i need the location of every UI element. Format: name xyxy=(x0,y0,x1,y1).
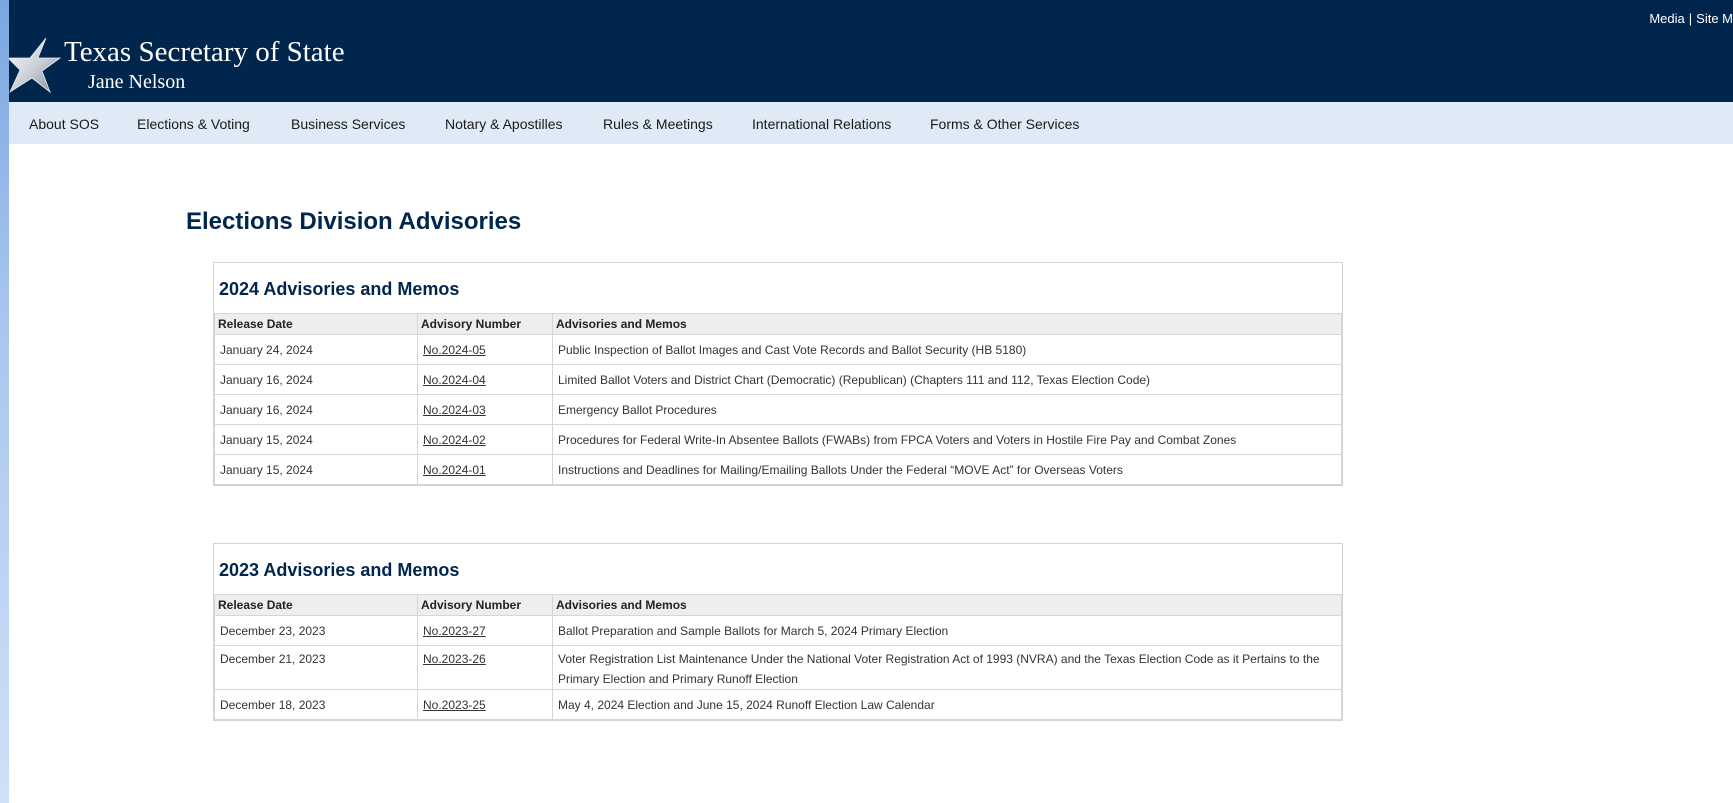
advisory-number-cell: No.2023-25 xyxy=(417,689,553,720)
release-date: December 18, 2023 xyxy=(214,689,418,720)
advisories-2023-section: 2023 Advisories and Memos Release Date A… xyxy=(213,543,1343,721)
column-header: Release Date xyxy=(214,594,418,616)
release-date: December 21, 2023 xyxy=(214,645,418,690)
advisory-link[interactable]: No.2024-05 xyxy=(423,343,486,357)
advisory-number-cell: No.2024-04 xyxy=(417,364,553,395)
advisory-link[interactable]: No.2024-01 xyxy=(423,463,486,477)
table-header-row: Release Date Advisory Number Advisories … xyxy=(214,313,1342,335)
nav-rules-meetings[interactable]: Rules & Meetings xyxy=(603,116,713,132)
advisories-2024-section: 2024 Advisories and Memos Release Date A… xyxy=(213,262,1343,486)
table-row: January 15, 2024 No.2024-02 Procedures f… xyxy=(214,424,1342,455)
nav-international-relations[interactable]: International Relations xyxy=(752,116,891,132)
advisory-number-cell: No.2024-05 xyxy=(417,334,553,365)
advisory-link[interactable]: No.2023-27 xyxy=(423,624,486,638)
link-separator: | xyxy=(1688,11,1693,26)
table-row: December 18, 2023 No.2023-25 May 4, 2024… xyxy=(214,689,1342,720)
advisories-table: Release Date Advisory Number Advisories … xyxy=(214,594,1342,720)
release-date: January 15, 2024 xyxy=(214,454,418,485)
advisory-description: Instructions and Deadlines for Mailing/E… xyxy=(552,454,1342,485)
column-header: Advisories and Memos xyxy=(552,313,1342,335)
window-edge xyxy=(0,0,9,803)
site-title[interactable]: Texas Secretary of State xyxy=(64,36,345,68)
nav-elections-voting[interactable]: Elections & Voting xyxy=(137,116,250,132)
advisory-description: Ballot Preparation and Sample Ballots fo… xyxy=(552,615,1342,646)
nav-about-sos[interactable]: About SOS xyxy=(29,116,99,132)
advisory-link[interactable]: No.2023-25 xyxy=(423,698,486,712)
release-date: January 15, 2024 xyxy=(214,424,418,455)
advisory-link[interactable]: No.2023-26 xyxy=(423,652,486,666)
section-title: 2023 Advisories and Memos xyxy=(219,560,460,580)
browser-page: Media | Site M Texas Secretary of State … xyxy=(0,0,1733,803)
table-row: January 16, 2024 No.2024-04 Limited Ball… xyxy=(214,364,1342,395)
advisory-description: Voter Registration List Maintenance Unde… xyxy=(552,645,1342,690)
site-subtitle: Jane Nelson xyxy=(88,71,186,93)
advisory-description: May 4, 2024 Election and June 15, 2024 R… xyxy=(552,689,1342,720)
release-date: January 24, 2024 xyxy=(214,334,418,365)
advisory-number-cell: No.2024-02 xyxy=(417,424,553,455)
advisory-number-cell: No.2023-26 xyxy=(417,645,553,690)
column-header: Advisory Number xyxy=(417,313,553,335)
main-nav: About SOS Elections & Voting Business Se… xyxy=(0,102,1733,144)
table-row: January 15, 2024 No.2024-01 Instructions… xyxy=(214,454,1342,485)
release-date: January 16, 2024 xyxy=(214,394,418,425)
table-row: December 21, 2023 No.2023-26 Voter Regis… xyxy=(214,645,1342,690)
advisory-number-cell: No.2023-27 xyxy=(417,615,553,646)
site-header: Media | Site M Texas Secretary of State … xyxy=(0,0,1733,102)
advisory-number-cell: No.2024-03 xyxy=(417,394,553,425)
column-header: Advisory Number xyxy=(417,594,553,616)
star-logo-icon[interactable] xyxy=(6,36,62,94)
advisory-description: Emergency Ballot Procedures xyxy=(552,394,1342,425)
advisories-table: Release Date Advisory Number Advisories … xyxy=(214,313,1342,485)
main-content: Elections Division Advisories 2024 Advis… xyxy=(0,144,1733,803)
column-header: Advisories and Memos xyxy=(552,594,1342,616)
advisory-number-cell: No.2024-01 xyxy=(417,454,553,485)
table-row: December 23, 2023 No.2023-27 Ballot Prep… xyxy=(214,615,1342,646)
table-header-row: Release Date Advisory Number Advisories … xyxy=(214,594,1342,616)
advisory-link[interactable]: No.2024-04 xyxy=(423,373,486,387)
nav-forms-other-services[interactable]: Forms & Other Services xyxy=(930,116,1079,132)
release-date: January 16, 2024 xyxy=(214,364,418,395)
media-link[interactable]: Media xyxy=(1649,11,1684,26)
release-date: December 23, 2023 xyxy=(214,615,418,646)
advisory-description: Procedures for Federal Write-In Absentee… xyxy=(552,424,1342,455)
table-row: January 16, 2024 No.2024-03 Emergency Ba… xyxy=(214,394,1342,425)
section-title: 2024 Advisories and Memos xyxy=(219,279,460,299)
advisory-link[interactable]: No.2024-02 xyxy=(423,433,486,447)
advisory-description: Limited Ballot Voters and District Chart… xyxy=(552,364,1342,395)
table-row: January 24, 2024 No.2024-05 Public Inspe… xyxy=(214,334,1342,365)
column-header: Release Date xyxy=(214,313,418,335)
advisory-description: Public Inspection of Ballot Images and C… xyxy=(552,334,1342,365)
page-title: Elections Division Advisories xyxy=(186,208,522,235)
nav-business-services[interactable]: Business Services xyxy=(291,116,405,132)
advisory-link[interactable]: No.2024-03 xyxy=(423,403,486,417)
utility-links: Media | Site M xyxy=(1649,11,1733,26)
site-map-link[interactable]: Site M xyxy=(1696,11,1733,26)
nav-notary-apostilles[interactable]: Notary & Apostilles xyxy=(445,116,563,132)
